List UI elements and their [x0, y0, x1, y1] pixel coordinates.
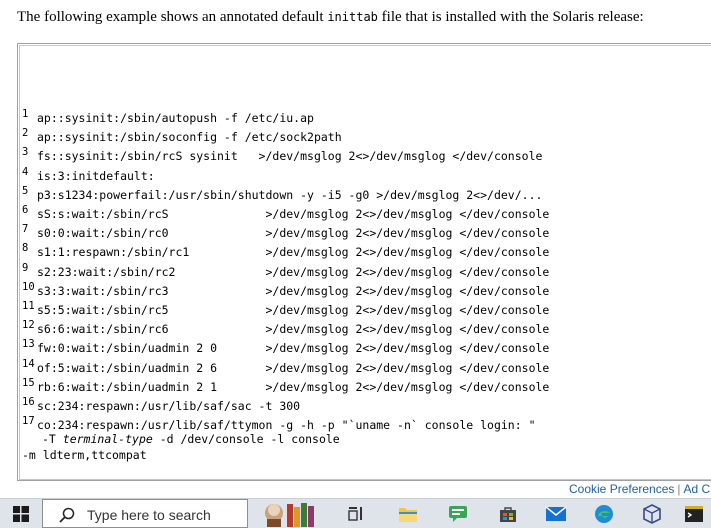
windows-logo-icon — [13, 505, 29, 522]
line-text: of:5:wait:/sbin/uadmin 2 6 >/dev/msglog … — [37, 360, 550, 375]
line-text: fs::sysinit:/sbin/rcS sysinit >/dev/msgl… — [37, 149, 543, 164]
edge-browser-icon — [595, 504, 613, 523]
code-continuation-line: -T terminal-type -d /dev/console -l cons… — [42, 432, 340, 447]
code-block: 1 ap::sysinit:/sbin/autopush -f /etc/iu.a… — [19, 45, 711, 480]
cube-icon — [643, 503, 661, 524]
task-view-button[interactable] — [336, 499, 376, 528]
code-line: 9 s2:23:wait:/sbin/rc2 >/dev/msglog 2<>/d… — [22, 262, 549, 281]
mail-icon — [545, 505, 567, 521]
line-number: 6 — [22, 204, 29, 216]
store-bag-icon — [500, 506, 516, 522]
inittab-code: inittab — [327, 10, 378, 24]
code-line: 1 ap::sysinit:/sbin/autopush -f /etc/iu.a… — [22, 108, 314, 127]
mail-button[interactable] — [536, 499, 576, 528]
code-line: 11 s5:5:wait:/sbin/rc5 >/dev/msglog 2<>/d… — [22, 300, 549, 319]
line-number: 13 — [22, 338, 35, 351]
folder-icon — [399, 507, 417, 522]
news-widget-icon[interactable] — [254, 499, 326, 528]
intro-text-after: file that is installed with the Solaris … — [377, 9, 644, 25]
windows-taskbar — [0, 498, 711, 528]
intro-text-before: The following example shows an annotated… — [17, 9, 328, 25]
cookie-preferences-link[interactable]: Cookie Preferences — [569, 482, 674, 496]
line-number: 10 — [22, 280, 35, 293]
code-line: 17 co:234:respawn:/usr/lib/saf/ttymon -g … — [22, 415, 536, 434]
terminal-icon — [684, 505, 703, 522]
code-line: 7 s0:0:wait:/sbin/rc0 >/dev/msglog 2<>/de… — [22, 223, 549, 242]
line-number: 9 — [22, 261, 29, 274]
task-view-icon — [348, 506, 362, 521]
code-line: 16 sc:234:respawn:/usr/lib/saf/sac -t 300 — [22, 396, 300, 415]
line-number: 2 — [22, 127, 29, 140]
line-text: ap::sysinit:/sbin/autopush -f /etc/iu.ap — [37, 111, 314, 125]
taskbar-search-box[interactable] — [42, 499, 249, 528]
line-text: s5:5:wait:/sbin/rc5 >/dev/msglog 2<>/dev… — [37, 303, 550, 317]
code-example-box: 1 ap::sysinit:/sbin/autopush -f /etc/iu.a… — [17, 43, 711, 481]
store-button[interactable] — [488, 499, 528, 528]
ad-choices-link[interactable]: Ad C — [684, 482, 711, 496]
line-text: sS:s:wait:/sbin/rcS >/dev/msglog 2<>/dev… — [37, 207, 550, 221]
line-number: 12 — [22, 319, 35, 332]
code-line: 14 of:5:wait:/sbin/uadmin 2 6 >/dev/msglo… — [22, 358, 549, 377]
line-number: 16 — [22, 396, 35, 408]
search-icon — [59, 507, 75, 523]
chat-icon — [449, 505, 467, 522]
start-button[interactable] — [0, 499, 42, 528]
line-number: 1 — [22, 108, 29, 120]
line-text: s0:0:wait:/sbin/rc0 >/dev/msglog 2<>/dev… — [37, 226, 550, 241]
line-number: 5 — [22, 184, 29, 197]
line-number: 11 — [22, 300, 35, 312]
line-text: s3:3:wait:/sbin/rc3 >/dev/msglog 2<>/dev… — [37, 283, 550, 298]
line-text: is:3:initdefault: — [37, 168, 155, 183]
footer-separator: | — [677, 482, 681, 496]
code-line: 6 sS:s:wait:/sbin/rcS >/dev/msglog 2<>/de… — [22, 204, 549, 223]
terminal-app-button[interactable] — [676, 499, 711, 528]
line-text: s1:1:respawn:/sbin/rc1 >/dev/msglog 2<>/… — [37, 245, 550, 260]
edge-browser-button[interactable] — [584, 499, 624, 528]
code-line: 3 fs::sysinit:/sbin/rcS sysinit >/dev/msg… — [22, 146, 542, 165]
code-line: 15 rb:6:wait:/sbin/uadmin 2 1 >/dev/msglo… — [22, 377, 549, 396]
code-line: 2 ap::sysinit:/sbin/soconfig -f /etc/sock… — [22, 127, 342, 146]
intro-paragraph: The following example shows an annotated… — [17, 7, 707, 27]
line-text: s2:23:wait:/sbin/rc2 >/dev/msglog 2<>/de… — [37, 264, 550, 279]
virtualbox-button[interactable] — [632, 499, 672, 528]
search-input[interactable] — [85, 503, 249, 527]
code-line: 4 is:3:initdefault: — [22, 166, 155, 185]
line-number: 14 — [22, 357, 35, 370]
line-number: 4 — [22, 165, 29, 178]
code-line: 12 s6:6:wait:/sbin/rc6 >/dev/msglog 2<>/d… — [22, 319, 549, 338]
code-line: 13 fw:0:wait:/sbin/uadmin 2 0 >/dev/msglo… — [22, 338, 549, 357]
line-text: rb:6:wait:/sbin/uadmin 2 1 >/dev/msglog … — [37, 379, 550, 394]
file-explorer-button[interactable] — [388, 499, 428, 528]
line-number: 8 — [22, 242, 29, 255]
line-text: s6:6:wait:/sbin/rc6 >/dev/msglog 2<>/dev… — [37, 322, 550, 337]
line-text: ap::sysinit:/sbin/soconfig -f /etc/sock2… — [37, 130, 342, 145]
code-line: 5 p3:s1234:powerfail:/usr/sbin/shutdown -… — [22, 185, 542, 204]
terminal-type-italic: terminal-type — [62, 432, 153, 447]
line-number: 15 — [22, 376, 35, 389]
code-line: 10 s3:3:wait:/sbin/rc3 >/dev/msglog 2<>/d… — [22, 281, 549, 300]
line-number: 17 — [22, 415, 35, 428]
code-line: 8 s1:1:respawn:/sbin/rc1 >/dev/msglog 2<>… — [22, 242, 549, 261]
line-number: 7 — [22, 223, 29, 236]
chat-app-button[interactable] — [438, 499, 478, 528]
line-text: p3:s1234:powerfail:/usr/sbin/shutdown -y… — [37, 187, 543, 202]
line-text: fw:0:wait:/sbin/uadmin 2 0 >/dev/msglog … — [37, 341, 550, 356]
books-illustration-icon — [265, 502, 314, 527]
code-last-line: -m ldterm,ttcompat — [22, 448, 147, 463]
line-number: 3 — [22, 146, 29, 159]
footer-links: Cookie Preferences | Ad C — [569, 481, 711, 498]
line-text: sc:234:respawn:/usr/lib/saf/sac -t 300 — [37, 399, 301, 413]
